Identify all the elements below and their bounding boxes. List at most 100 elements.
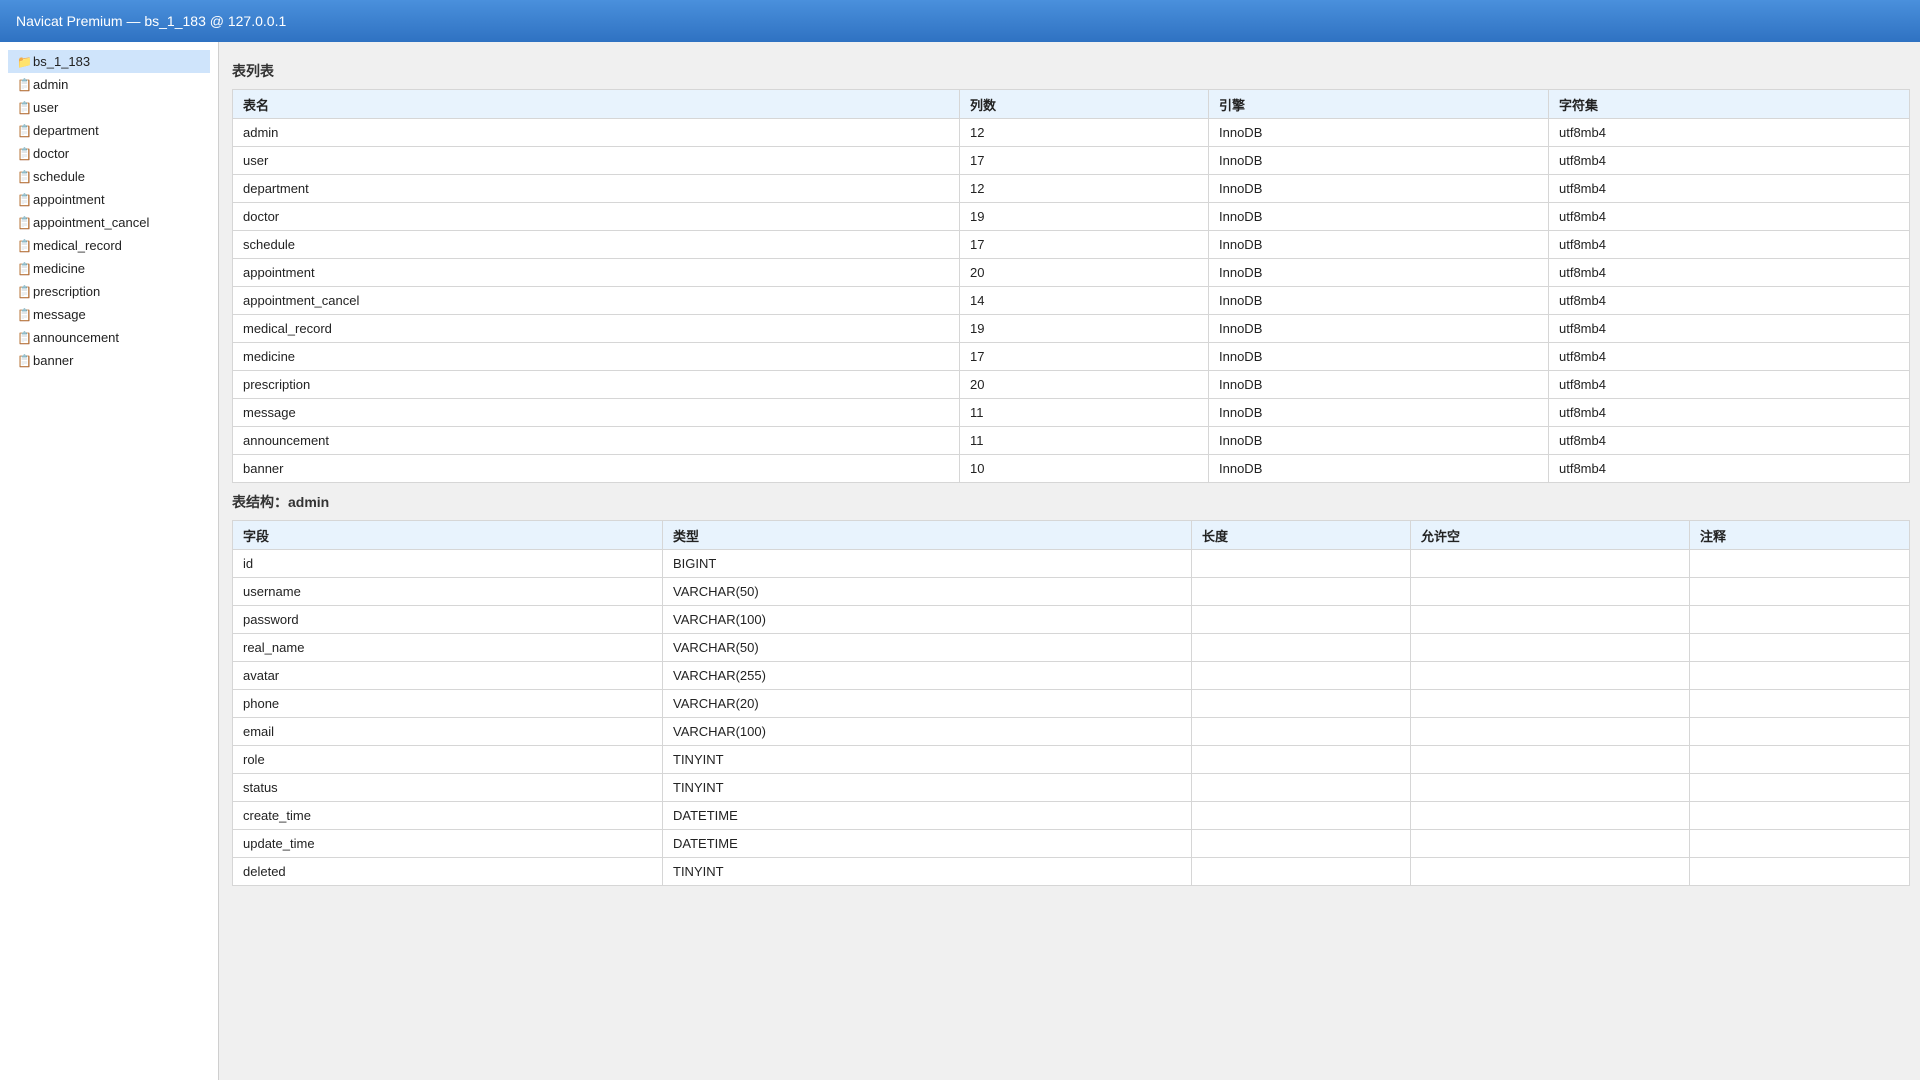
table-cell: 19 bbox=[959, 314, 1209, 343]
table-row[interactable]: real_name VARCHAR(50) bbox=[232, 633, 1910, 662]
tree-table-item[interactable]: 📋admin bbox=[8, 73, 210, 96]
table-cell bbox=[1689, 857, 1910, 886]
table-cell: InnoDB bbox=[1208, 286, 1549, 315]
table-cell: banner bbox=[232, 454, 960, 483]
column-header[interactable]: 类型 bbox=[662, 520, 1192, 550]
table-row[interactable]: create_time DATETIME bbox=[232, 801, 1910, 830]
table-row[interactable]: medical_record 19 InnoDB utf8mb4 bbox=[232, 314, 1910, 343]
table-cell bbox=[1689, 549, 1910, 578]
table-cell: InnoDB bbox=[1208, 118, 1549, 147]
table-cell: id bbox=[232, 549, 663, 578]
table-row[interactable]: banner 10 InnoDB utf8mb4 bbox=[232, 454, 1910, 483]
table-row[interactable]: avatar VARCHAR(255) bbox=[232, 661, 1910, 690]
tree-table-item[interactable]: 📋banner bbox=[8, 349, 210, 372]
table-cell: medicine bbox=[232, 342, 960, 371]
tree-table-item[interactable]: 📋medical_record bbox=[8, 234, 210, 257]
table-row[interactable]: password VARCHAR(100) bbox=[232, 605, 1910, 634]
table-cell: TINYINT bbox=[662, 773, 1192, 802]
table-icon: 📋 bbox=[17, 239, 32, 253]
table-row[interactable]: doctor 19 InnoDB utf8mb4 bbox=[232, 202, 1910, 231]
table-icon: 📋 bbox=[17, 193, 32, 207]
table-row[interactable]: medicine 17 InnoDB utf8mb4 bbox=[232, 342, 1910, 371]
table-row[interactable]: update_time DATETIME bbox=[232, 829, 1910, 858]
table-row[interactable]: status TINYINT bbox=[232, 773, 1910, 802]
column-header[interactable]: 列数 bbox=[959, 89, 1209, 119]
table-cell: InnoDB bbox=[1208, 174, 1549, 203]
table-row[interactable]: appointment 20 InnoDB utf8mb4 bbox=[232, 258, 1910, 287]
table-cell bbox=[1689, 801, 1910, 830]
table-icon: 📋 bbox=[17, 170, 32, 184]
column-header[interactable]: 字符集 bbox=[1548, 89, 1910, 119]
table-cell: 12 bbox=[959, 118, 1209, 147]
tree-table-item[interactable]: 📋schedule bbox=[8, 165, 210, 188]
table-row[interactable]: department 12 InnoDB utf8mb4 bbox=[232, 174, 1910, 203]
table-cell: VARCHAR(20) bbox=[662, 689, 1192, 718]
tree-item-label: bs_1_183 bbox=[33, 54, 91, 69]
table-row[interactable]: message 11 InnoDB utf8mb4 bbox=[232, 398, 1910, 427]
table-cell: InnoDB bbox=[1208, 202, 1549, 231]
table-cell: deleted bbox=[232, 857, 663, 886]
structure-title: 表结构：admin bbox=[232, 494, 330, 510]
table-icon: 📋 bbox=[17, 331, 32, 345]
table-cell: schedule bbox=[232, 230, 960, 259]
window-title: Navicat Premium — bs_1_183 @ 127.0.0.1 bbox=[16, 13, 287, 29]
table-cell: utf8mb4 bbox=[1548, 202, 1910, 231]
table-cell: VARCHAR(50) bbox=[662, 633, 1192, 662]
column-header[interactable]: 注释 bbox=[1689, 520, 1910, 550]
structure-table: 字段 类型 长度 允许空 注释 id BIGINT username VARCHAR(50) p… bbox=[232, 520, 1910, 886]
tree-item-label: announcement bbox=[33, 330, 120, 345]
table-cell: DATETIME bbox=[662, 829, 1192, 858]
tree-item-label: medical_record bbox=[33, 238, 122, 253]
table-cell: utf8mb4 bbox=[1548, 370, 1910, 399]
table-row[interactable]: schedule 17 InnoDB utf8mb4 bbox=[232, 230, 1910, 259]
tree-table-item[interactable]: 📋message bbox=[8, 303, 210, 326]
table-cell: InnoDB bbox=[1208, 426, 1549, 455]
table-cell: VARCHAR(50) bbox=[662, 577, 1192, 606]
column-header[interactable]: 表名 bbox=[232, 89, 960, 119]
table-cell: department bbox=[232, 174, 960, 203]
table-cell: appointment_cancel bbox=[232, 286, 960, 315]
table-cell bbox=[1410, 549, 1690, 578]
table-cell: utf8mb4 bbox=[1548, 174, 1910, 203]
table-row[interactable]: email VARCHAR(100) bbox=[232, 717, 1910, 746]
table-row[interactable]: user 17 InnoDB utf8mb4 bbox=[232, 146, 1910, 175]
table-cell: utf8mb4 bbox=[1548, 342, 1910, 371]
table-cell: 14 bbox=[959, 286, 1209, 315]
tree-database-node[interactable]: 📁bs_1_183 bbox=[8, 50, 210, 73]
table-row[interactable]: announcement 11 InnoDB utf8mb4 bbox=[232, 426, 1910, 455]
table-row[interactable]: username VARCHAR(50) bbox=[232, 577, 1910, 606]
tree-item-label: prescription bbox=[33, 284, 101, 299]
table-row[interactable]: role TINYINT bbox=[232, 745, 1910, 774]
table-row[interactable]: prescription 20 InnoDB utf8mb4 bbox=[232, 370, 1910, 399]
column-header[interactable]: 引擎 bbox=[1208, 89, 1549, 119]
table-row[interactable]: admin 12 InnoDB utf8mb4 bbox=[232, 118, 1910, 147]
column-header[interactable]: 长度 bbox=[1191, 520, 1411, 550]
table-row[interactable]: appointment_cancel 14 InnoDB utf8mb4 bbox=[232, 286, 1910, 315]
tree-table-item[interactable]: 📋doctor bbox=[8, 142, 210, 165]
table-row[interactable]: phone VARCHAR(20) bbox=[232, 689, 1910, 718]
table-cell: update_time bbox=[232, 829, 663, 858]
table-cell: InnoDB bbox=[1208, 230, 1549, 259]
tree-table-item[interactable]: 📋appointment bbox=[8, 188, 210, 211]
tree-item-label: doctor bbox=[33, 146, 70, 161]
table-row[interactable]: deleted TINYINT bbox=[232, 857, 1910, 886]
tree-table-item[interactable]: 📋department bbox=[8, 119, 210, 142]
column-header[interactable]: 允许空 bbox=[1410, 520, 1690, 550]
tree-table-item[interactable]: 📋appointment_cancel bbox=[8, 211, 210, 234]
tree-table-item[interactable]: 📋announcement bbox=[8, 326, 210, 349]
table-cell bbox=[1191, 773, 1411, 802]
tree-table-item[interactable]: 📋user bbox=[8, 96, 210, 119]
table-cell bbox=[1410, 689, 1690, 718]
table-row[interactable]: id BIGINT bbox=[232, 549, 1910, 578]
table-icon: 📋 bbox=[17, 354, 32, 368]
table-cell: status bbox=[232, 773, 663, 802]
table-cell bbox=[1410, 661, 1690, 690]
tree-table-item[interactable]: 📋prescription bbox=[8, 280, 210, 303]
sidebar: 📁bs_1_183 📋admin 📋user 📋department 📋doctor 📋s… bbox=[0, 42, 219, 1080]
column-header[interactable]: 字段 bbox=[232, 520, 663, 550]
table-cell: DATETIME bbox=[662, 801, 1192, 830]
tree-table-item[interactable]: 📋medicine bbox=[8, 257, 210, 280]
table-cell: VARCHAR(100) bbox=[662, 605, 1192, 634]
table-cell: InnoDB bbox=[1208, 370, 1549, 399]
table-cell: medical_record bbox=[232, 314, 960, 343]
